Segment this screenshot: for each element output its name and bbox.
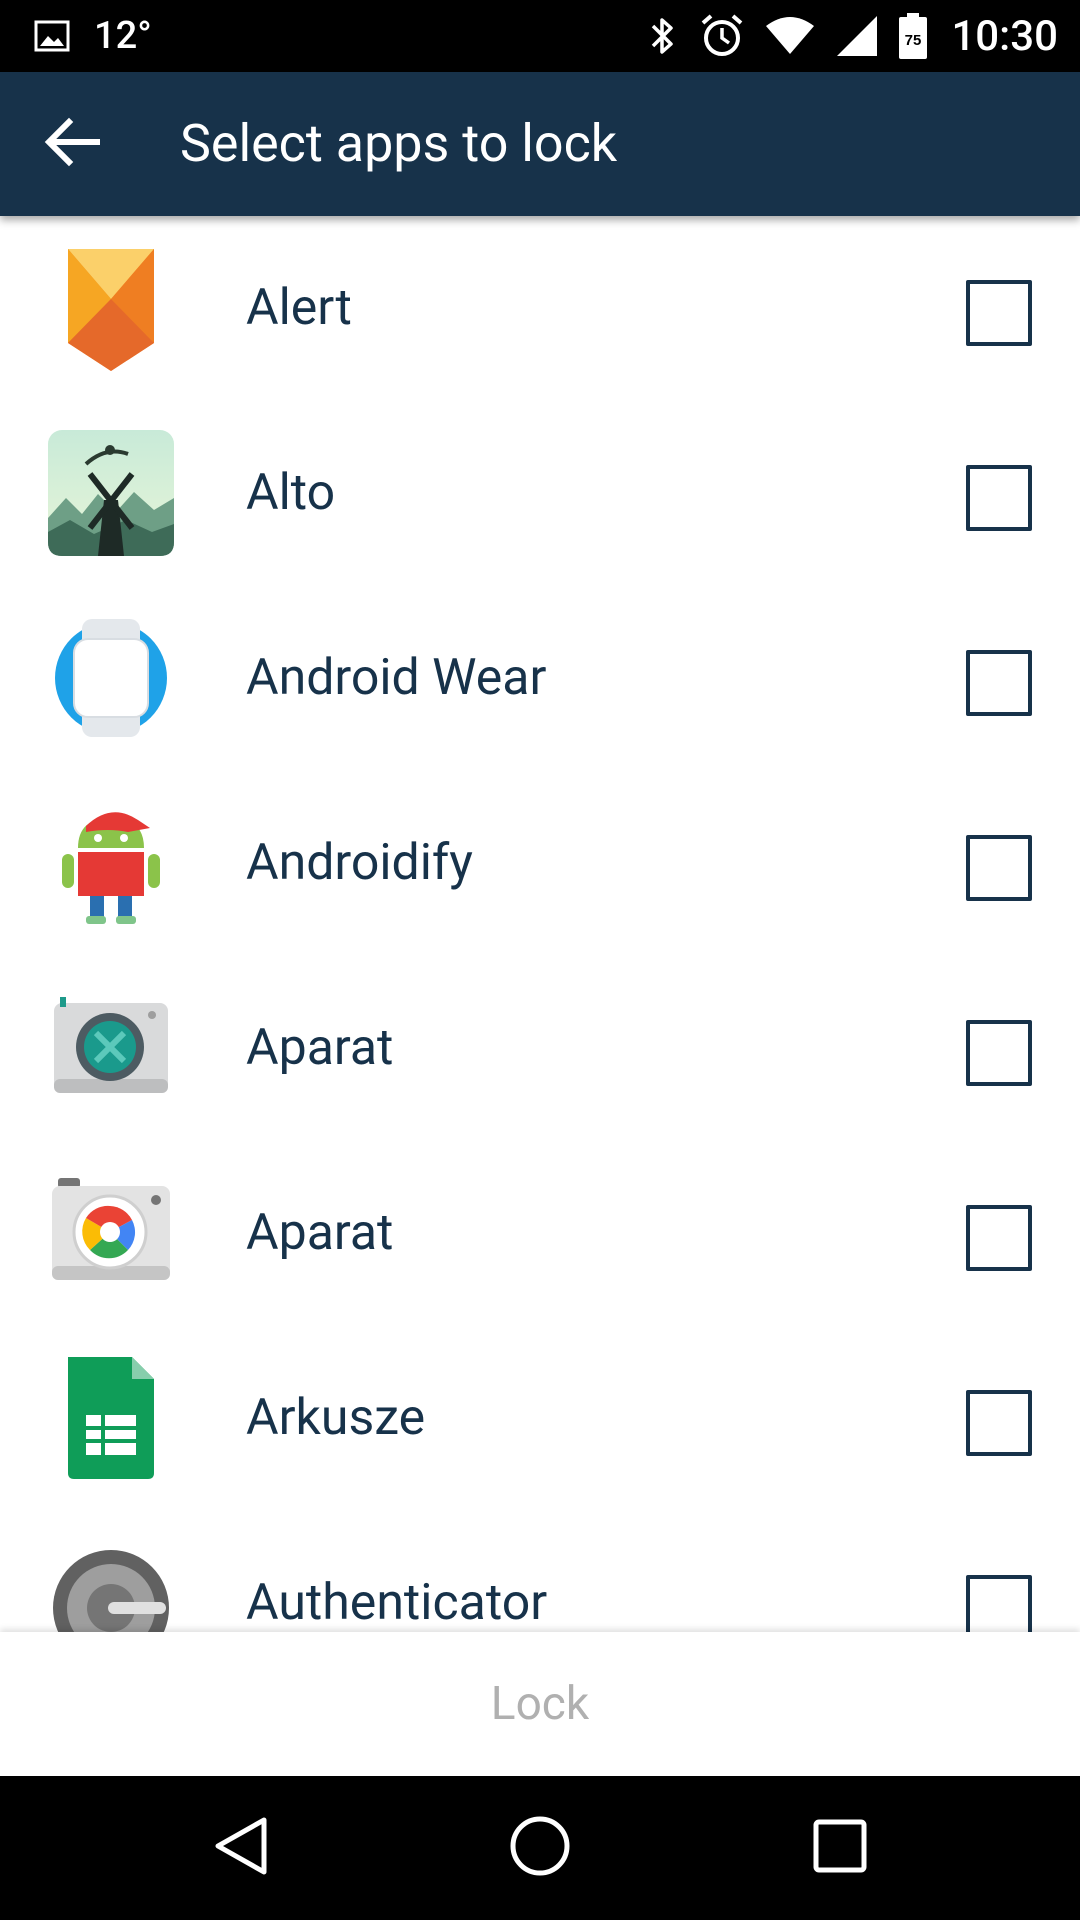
battery-icon: 75 [899, 13, 928, 59]
app-row-aparat-2[interactable]: Aparat [0, 1141, 1080, 1326]
app-checkbox[interactable] [966, 835, 1032, 901]
app-checkbox[interactable] [966, 465, 1032, 531]
app-bar: Select apps to lock [0, 72, 1080, 216]
app-checkbox[interactable] [966, 1575, 1032, 1632]
authenticator-app-icon [46, 1538, 176, 1632]
wifi-icon [765, 16, 815, 56]
alarm-icon [699, 13, 745, 59]
app-row-alto[interactable]: Alto [0, 401, 1080, 586]
image-icon [34, 18, 70, 54]
back-button[interactable] [36, 108, 108, 180]
app-name: Aparat [246, 1204, 394, 1262]
app-row-android-wear[interactable]: Android Wear [0, 586, 1080, 771]
app-row-aparat-1[interactable]: Aparat [0, 956, 1080, 1141]
app-checkbox[interactable] [966, 1390, 1032, 1456]
battery-level-text: 75 [905, 32, 922, 49]
app-checkbox[interactable] [966, 280, 1032, 346]
nav-home-button[interactable] [498, 1806, 582, 1890]
nav-recents-icon [812, 1818, 868, 1878]
app-name: Alto [246, 464, 336, 522]
app-row-alert[interactable]: Alert [0, 216, 1080, 401]
clock-text: 10:30 [951, 11, 1058, 61]
google-camera-app-icon [46, 1168, 176, 1298]
signal-icon [835, 14, 879, 58]
app-name: Alert [246, 279, 352, 337]
page-title: Select apps to lock [180, 113, 618, 174]
lock-button-label: Lock [490, 1677, 590, 1731]
app-row-authenticator[interactable]: Authenticator [0, 1511, 1080, 1632]
androidify-app-icon [46, 798, 176, 928]
navigation-bar [0, 1776, 1080, 1920]
nav-back-button[interactable] [198, 1806, 282, 1890]
alert-app-icon [46, 243, 176, 373]
nav-home-icon [508, 1814, 572, 1882]
app-row-androidify[interactable]: Androidify [0, 771, 1080, 956]
app-checkbox[interactable] [966, 1020, 1032, 1086]
alto-app-icon [46, 428, 176, 558]
app-list[interactable]: Alert Alto Android Wear Androidify Apara… [0, 216, 1080, 1632]
app-checkbox[interactable] [966, 650, 1032, 716]
status-bar: 12° 75 10:30 [0, 0, 1080, 72]
app-name: Arkusze [246, 1389, 426, 1447]
nav-recents-button[interactable] [798, 1806, 882, 1890]
app-name: Android Wear [246, 649, 547, 707]
bluetooth-icon [647, 14, 679, 58]
lock-button[interactable]: Lock [0, 1632, 1080, 1776]
app-name: Aparat [246, 1019, 394, 1077]
app-name: Androidify [246, 834, 473, 892]
app-checkbox[interactable] [966, 1205, 1032, 1271]
app-row-arkusze[interactable]: Arkusze [0, 1326, 1080, 1511]
camera-app-icon [46, 983, 176, 1113]
nav-back-icon [210, 1814, 270, 1882]
sheets-app-icon [46, 1353, 176, 1483]
temperature-text: 12° [94, 14, 152, 58]
arrow-back-icon [43, 117, 101, 171]
app-name: Authenticator [246, 1574, 548, 1632]
android-wear-app-icon [46, 613, 176, 743]
